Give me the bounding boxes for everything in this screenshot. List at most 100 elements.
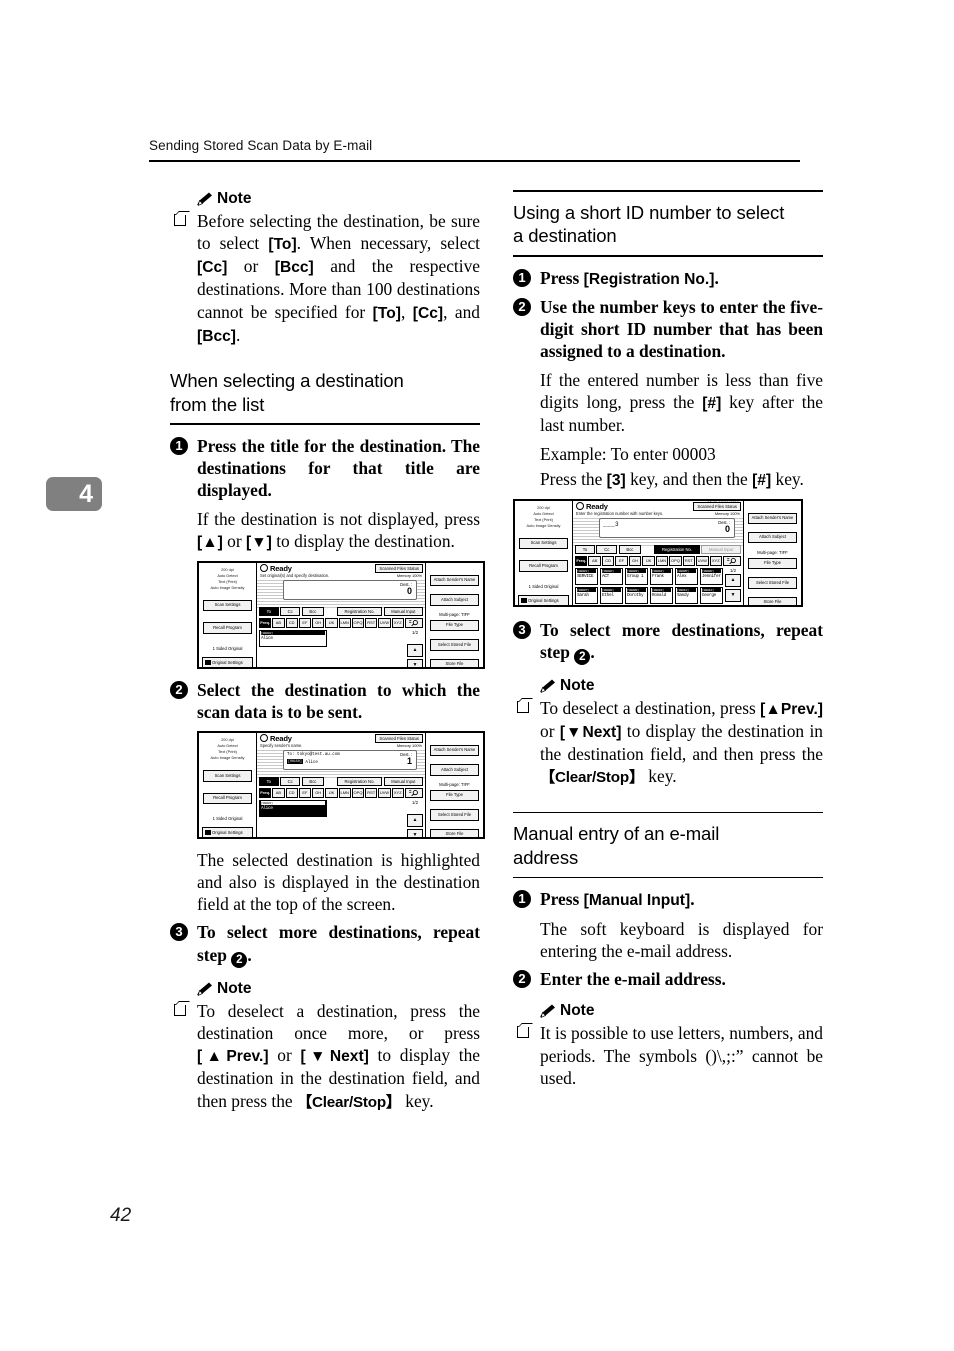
- lcd-alpha-freq-2[interactable]: Freq.: [259, 787, 272, 798]
- lcd-alpha-lmn[interactable]: LMN: [338, 617, 351, 628]
- lcd-select-stored-file-button-2[interactable]: Select Stored File: [430, 809, 479, 821]
- lcd-scan-settings-button-2[interactable]: Scan Settings: [203, 770, 252, 782]
- lcd-tab-bcc-2[interactable]: Bcc: [301, 776, 324, 786]
- lcd-alpha-uvw-2[interactable]: UVW: [378, 787, 391, 798]
- lcd-next-button-3[interactable]: ▼: [725, 588, 741, 602]
- search-icon-3[interactable]: [722, 555, 741, 566]
- lcd-alpha-xyz-2[interactable]: XYZ: [391, 787, 404, 798]
- lcd-tab-cc[interactable]: Cc: [280, 606, 301, 616]
- lcd-destination-field-3[interactable]: ___3 Dest. : 0: [599, 517, 735, 538]
- lcd-dest-cell-selected[interactable]: [00001] Alice: [259, 799, 327, 817]
- lcd-file-type-button[interactable]: File Type: [430, 620, 479, 632]
- lcd-next-button[interactable]: ▼: [407, 658, 423, 667]
- lcd-alpha-rst[interactable]: RST: [365, 617, 378, 628]
- lcd-original-settings-button[interactable]: Original Settings: [202, 657, 253, 667]
- lcd-prev-button-3[interactable]: ▲: [725, 573, 741, 587]
- lcd-alpha-xyz-3[interactable]: XYZ: [709, 555, 722, 566]
- lcd-tab-registration-no-3[interactable]: Registration No.: [654, 544, 700, 554]
- lcd-alpha-cd-3[interactable]: CD: [601, 555, 615, 566]
- lcd-attach-subject-button[interactable]: Attach Subject: [430, 594, 479, 606]
- lcd-tab-to[interactable]: To: [259, 606, 279, 616]
- lcd-store-file-button[interactable]: Store File: [430, 658, 479, 667]
- lcd-tab-registration-no-2[interactable]: Registration No.: [336, 776, 383, 786]
- lcd-alpha-ijk[interactable]: IJK: [325, 617, 338, 628]
- lcd-tab-manual-input[interactable]: Manual Input: [383, 606, 423, 616]
- lcd-tab-to-2[interactable]: To: [259, 776, 279, 786]
- lcd-prev-button[interactable]: ▲: [407, 643, 423, 657]
- lcd-dest-cell[interactable]: [00009] Dorothy: [625, 586, 648, 604]
- lcd-dest-cell[interactable]: [00001] Alice: [259, 629, 327, 647]
- lcd-attach-subject-button-2[interactable]: Attach Subject: [430, 764, 479, 776]
- lcd-next-button-2[interactable]: ▼: [407, 828, 423, 837]
- lcd-tab-manual-input-2[interactable]: Manual Input: [383, 776, 423, 786]
- lcd-scanned-files-status-button[interactable]: Scanned Files Status: [375, 563, 423, 574]
- lcd-alpha-ab-3[interactable]: AB: [588, 555, 601, 566]
- lcd-attach-sender-name-button[interactable]: Attach Sender's Name: [430, 574, 479, 587]
- lcd-alpha-cd[interactable]: CD: [285, 617, 298, 628]
- lcd-scanned-files-status-button-3[interactable]: Scanned Files Status: [693, 501, 741, 511]
- lcd-dest-cell[interactable]: [00010] Ronald: [650, 586, 673, 604]
- lcd-dest-cell[interactable]: [00006] Jennifer: [700, 567, 723, 585]
- lcd-alpha-ef[interactable]: EF: [298, 617, 312, 628]
- lcd-alpha-opq-3[interactable]: OPQ: [669, 555, 682, 566]
- lcd-alpha-uvw[interactable]: UVW: [378, 617, 391, 628]
- lcd-dest-cell[interactable]: [00005] Alex: [675, 567, 698, 585]
- lcd-alpha-ab-2[interactable]: AB: [272, 787, 285, 798]
- lcd-tab-cc-3[interactable]: Cc: [596, 544, 618, 554]
- lcd-dest-cell[interactable]: [00011] Sandy: [675, 586, 698, 604]
- lcd-store-file-button-3[interactable]: Store File: [748, 596, 797, 605]
- lcd-select-stored-file-button-3[interactable]: Select Stored File: [748, 577, 797, 589]
- search-icon[interactable]: [404, 617, 423, 628]
- lcd-original-settings-button-3[interactable]: Original Settings: [518, 594, 569, 605]
- lcd-alpha-ab[interactable]: AB: [272, 617, 285, 628]
- lcd-file-type-button-2[interactable]: File Type: [430, 790, 479, 802]
- lcd-dest-cell[interactable]: [00001] SERVICE: [575, 567, 598, 585]
- lcd-attach-subject-button-3[interactable]: Attach Subject: [748, 532, 797, 544]
- lcd-tab-cc-2[interactable]: Cc: [280, 776, 301, 786]
- lcd-dest-cell[interactable]: [00007] Sarah: [575, 586, 598, 604]
- lcd-alpha-freq-3[interactable]: Freq.: [575, 555, 588, 566]
- lcd-prev-button-2[interactable]: ▲: [407, 813, 423, 827]
- lcd-attach-sender-name-button-3[interactable]: Attach Sender's Name: [748, 512, 797, 524]
- lcd-dest-cell[interactable]: [00004] Frank: [650, 567, 673, 585]
- lcd-destination-field-2[interactable]: To: tokyo@test.au.com [00150] Alice Dest…: [283, 749, 417, 770]
- lcd-alpha-gh[interactable]: GH: [312, 617, 325, 628]
- lcd-alpha-lmn-2[interactable]: LMN: [338, 787, 351, 798]
- lcd-original-settings-button-2[interactable]: Original Settings: [202, 827, 253, 837]
- lcd-tab-to-3[interactable]: To: [575, 544, 595, 554]
- lcd-recall-program-button-2[interactable]: Recall Program: [203, 792, 252, 804]
- lcd-store-file-button-2[interactable]: Store File: [430, 828, 479, 837]
- lcd-alpha-ef-2[interactable]: EF: [298, 787, 312, 798]
- lcd-alpha-opq-2[interactable]: OPQ: [351, 787, 365, 798]
- lcd-alpha-uvw-3[interactable]: UVW: [696, 555, 709, 566]
- lcd-alpha-ef-3[interactable]: EF: [615, 555, 628, 566]
- lcd-alpha-rst-3[interactable]: RST: [682, 555, 696, 566]
- lcd-scanned-files-status-button-2[interactable]: Scanned Files Status: [375, 733, 423, 744]
- lcd-alpha-xyz[interactable]: XYZ: [391, 617, 404, 628]
- lcd-tab-manual-input-3[interactable]: Manual Input: [701, 544, 742, 554]
- lcd-alpha-gh-3[interactable]: GH: [628, 555, 642, 566]
- lcd-file-type-button-3[interactable]: File Type: [748, 557, 797, 570]
- lcd-alpha-gh-2[interactable]: GH: [312, 787, 325, 798]
- lcd-recall-program-button-3[interactable]: Recall Program: [519, 560, 568, 572]
- lcd-destination-field[interactable]: Dest. : 0: [283, 579, 417, 600]
- lcd-scan-settings-button[interactable]: Scan Settings: [203, 600, 252, 612]
- lcd-dest-cell[interactable]: [00002] ACT: [600, 567, 623, 585]
- lcd-select-stored-file-button[interactable]: Select Stored File: [430, 639, 479, 651]
- lcd-alpha-cd-2[interactable]: CD: [285, 787, 298, 798]
- lcd-dest-cell[interactable]: [00003] Group 1: [625, 567, 648, 585]
- lcd-alpha-lmn-3[interactable]: LMN: [655, 555, 669, 566]
- lcd-dest-cell[interactable]: [00012] George: [700, 586, 723, 604]
- lcd-tab-bcc[interactable]: Bcc: [301, 606, 324, 616]
- lcd-scan-settings-button-3[interactable]: Scan Settings: [519, 537, 568, 550]
- lcd-dest-cell[interactable]: [00008] Ethel: [600, 586, 623, 604]
- lcd-alpha-ijk-2[interactable]: IJK: [325, 787, 338, 798]
- lcd-tab-bcc-3[interactable]: Bcc: [618, 544, 642, 554]
- search-icon-2[interactable]: [404, 787, 423, 798]
- lcd-recall-program-button[interactable]: Recall Program: [203, 622, 252, 634]
- lcd-alpha-freq[interactable]: Freq.: [259, 617, 272, 628]
- lcd-tab-registration-no[interactable]: Registration No.: [336, 606, 383, 616]
- lcd-alpha-rst-2[interactable]: RST: [365, 787, 378, 798]
- lcd-attach-sender-name-button-2[interactable]: Attach Sender's Name: [430, 744, 479, 757]
- lcd-alpha-opq[interactable]: OPQ: [351, 617, 365, 628]
